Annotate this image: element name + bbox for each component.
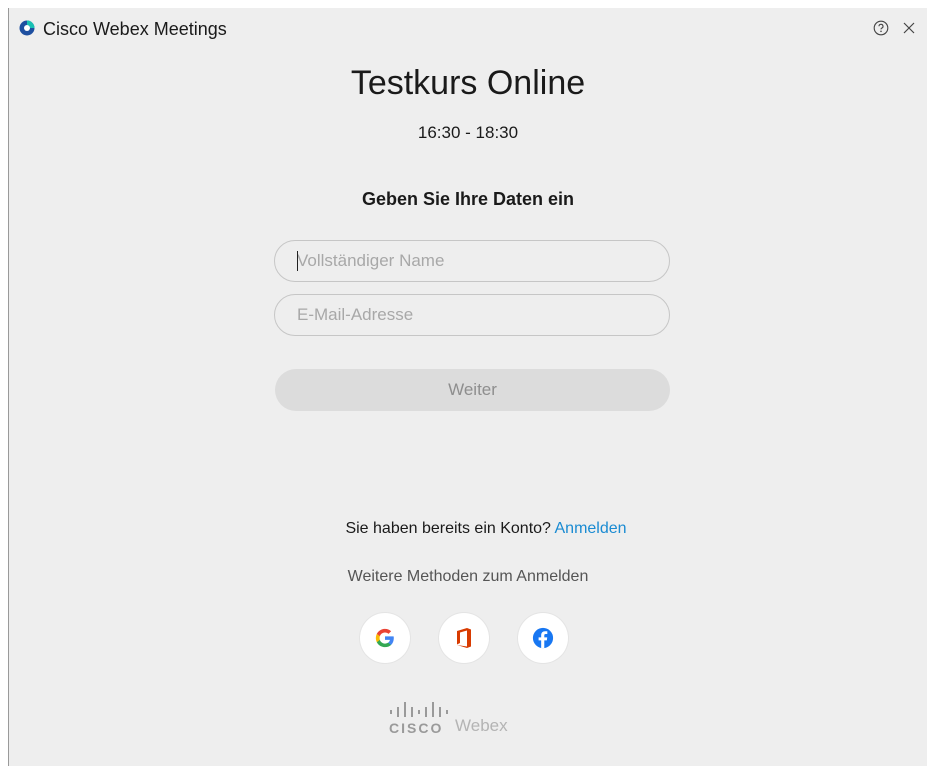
- continue-button[interactable]: Weiter: [275, 369, 670, 411]
- webex-join-window: Cisco Webex Meetings Testkurs Online 16:…: [8, 8, 927, 766]
- account-question: Sie haben bereits ein Konto?: [345, 520, 551, 537]
- office-icon: [457, 628, 471, 648]
- full-name-input[interactable]: [274, 240, 670, 282]
- text-cursor: [297, 251, 298, 271]
- meeting-time: 16:30 - 18:30: [417, 123, 519, 142]
- close-button[interactable]: [899, 18, 919, 38]
- webex-logo-icon: [19, 20, 35, 36]
- meeting-title: Testkurs Online: [350, 64, 586, 102]
- signin-link[interactable]: Anmelden: [555, 520, 627, 537]
- close-icon: [903, 22, 915, 34]
- webex-wordmark: Webex: [455, 716, 508, 735]
- facebook-signin-button[interactable]: [518, 613, 568, 663]
- email-input[interactable]: [274, 294, 670, 336]
- google-icon: [375, 628, 394, 648]
- app-title: Cisco Webex Meetings: [43, 19, 227, 39]
- form-heading: Geben Sie Ihre Daten ein: [361, 189, 575, 209]
- title-bar: Cisco Webex Meetings: [9, 8, 927, 48]
- cisco-wordmark: CISCO: [389, 720, 444, 736]
- facebook-icon: [532, 627, 554, 649]
- help-button[interactable]: [871, 18, 891, 38]
- help-icon: [873, 20, 889, 36]
- office-signin-button[interactable]: [439, 613, 489, 663]
- account-row: Sie haben bereits ein Konto? Anmelden: [9, 520, 927, 538]
- google-signin-button[interactable]: [360, 613, 410, 663]
- more-methods-label: Weitere Methoden zum Anmelden: [347, 568, 589, 585]
